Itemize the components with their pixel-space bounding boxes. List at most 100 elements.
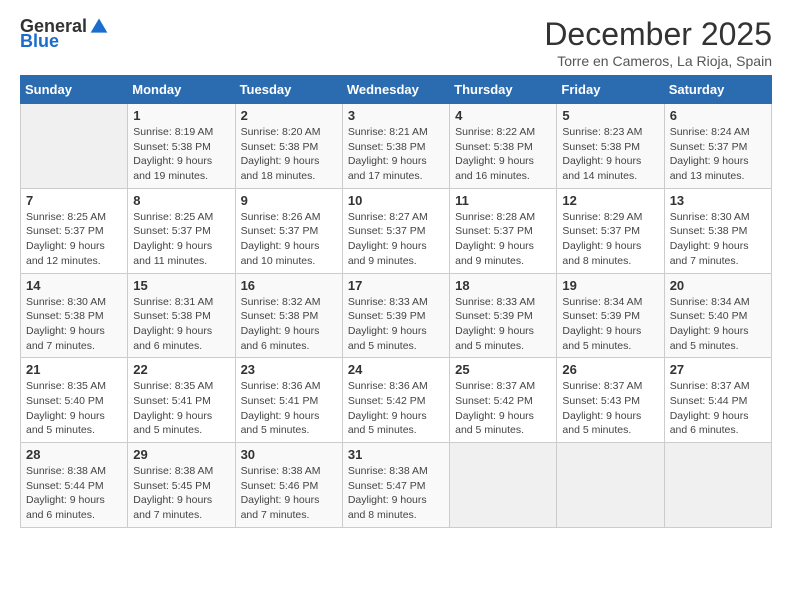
calendar-cell: 7 Sunrise: 8:25 AMSunset: 5:37 PMDaylight… bbox=[21, 188, 128, 273]
calendar-cell: 6Sunrise: 8:24 AMSunset: 5:37 PMDaylight… bbox=[664, 104, 771, 189]
day-number: 15 bbox=[133, 278, 229, 293]
calendar-cell: 11Sunrise: 8:28 AMSunset: 5:37 PMDayligh… bbox=[450, 188, 557, 273]
title-block: December 2025 Torre en Cameros, La Rioja… bbox=[544, 16, 772, 69]
calendar-header-row: SundayMondayTuesdayWednesdayThursdayFrid… bbox=[21, 76, 772, 104]
logo-blue: Blue bbox=[20, 32, 59, 50]
calendar-cell bbox=[664, 443, 771, 528]
day-number: 28 bbox=[26, 447, 122, 462]
header-sunday: Sunday bbox=[21, 76, 128, 104]
day-number: 2 bbox=[241, 108, 337, 123]
day-detail: Sunrise: 8:37 AMSunset: 5:43 PMDaylight:… bbox=[562, 379, 658, 438]
day-detail: Sunrise: 8:38 AMSunset: 5:46 PMDaylight:… bbox=[241, 464, 337, 523]
calendar-cell: 21 Sunrise: 8:35 AMSunset: 5:40 PMDayligh… bbox=[21, 358, 128, 443]
day-number: 1 bbox=[133, 108, 229, 123]
day-number: 24 bbox=[348, 362, 444, 377]
calendar-cell: 18Sunrise: 8:33 AMSunset: 5:39 PMDayligh… bbox=[450, 273, 557, 358]
day-number: 3 bbox=[348, 108, 444, 123]
calendar-cell: 3Sunrise: 8:21 AMSunset: 5:38 PMDaylight… bbox=[342, 104, 449, 189]
day-detail: Sunrise: 8:38 AMSunset: 5:47 PMDaylight:… bbox=[348, 464, 444, 523]
logo-icon bbox=[89, 16, 109, 36]
calendar-cell: 15Sunrise: 8:31 AMSunset: 5:38 PMDayligh… bbox=[128, 273, 235, 358]
calendar-cell: 8 Sunrise: 8:25 AMSunset: 5:37 PMDaylight… bbox=[128, 188, 235, 273]
calendar-cell: 24 Sunrise: 8:36 AMSunset: 5:42 PMDayligh… bbox=[342, 358, 449, 443]
day-detail: Sunrise: 8:36 AMSunset: 5:42 PMDaylight:… bbox=[348, 379, 444, 438]
day-number: 4 bbox=[455, 108, 551, 123]
day-number: 25 bbox=[455, 362, 551, 377]
calendar-cell: 13 Sunrise: 8:30 AMSunset: 5:38 PMDayligh… bbox=[664, 188, 771, 273]
day-detail: Sunrise: 8:26 AMSunset: 5:37 PMDaylight:… bbox=[241, 210, 337, 269]
day-number: 20 bbox=[670, 278, 766, 293]
day-detail: Sunrise: 8:24 AMSunset: 5:37 PMDaylight:… bbox=[670, 125, 766, 184]
day-detail: Sunrise: 8:30 AMSunset: 5:38 PMDaylight:… bbox=[670, 210, 766, 269]
calendar-cell: 23 Sunrise: 8:36 AMSunset: 5:41 PMDayligh… bbox=[235, 358, 342, 443]
header-thursday: Thursday bbox=[450, 76, 557, 104]
calendar-cell: 14 Sunrise: 8:30 AMSunset: 5:38 PMDayligh… bbox=[21, 273, 128, 358]
calendar-cell: 2 Sunrise: 8:20 AMSunset: 5:38 PMDaylight… bbox=[235, 104, 342, 189]
calendar-cell: 22Sunrise: 8:35 AMSunset: 5:41 PMDayligh… bbox=[128, 358, 235, 443]
day-detail: Sunrise: 8:30 AMSunset: 5:38 PMDaylight:… bbox=[26, 295, 122, 354]
calendar-cell: 25 Sunrise: 8:37 AMSunset: 5:42 PMDayligh… bbox=[450, 358, 557, 443]
day-detail: Sunrise: 8:25 AMSunset: 5:37 PMDaylight:… bbox=[26, 210, 122, 269]
day-number: 16 bbox=[241, 278, 337, 293]
location-subtitle: Torre en Cameros, La Rioja, Spain bbox=[544, 53, 772, 69]
calendar-cell bbox=[21, 104, 128, 189]
day-detail: Sunrise: 8:37 AMSunset: 5:44 PMDaylight:… bbox=[670, 379, 766, 438]
day-number: 17 bbox=[348, 278, 444, 293]
day-number: 9 bbox=[241, 193, 337, 208]
day-detail: Sunrise: 8:27 AMSunset: 5:37 PMDaylight:… bbox=[348, 210, 444, 269]
day-detail: Sunrise: 8:19 AMSunset: 5:38 PMDaylight:… bbox=[133, 125, 229, 184]
day-number: 19 bbox=[562, 278, 658, 293]
calendar-week-row: 1 Sunrise: 8:19 AMSunset: 5:38 PMDaylight… bbox=[21, 104, 772, 189]
day-number: 10 bbox=[348, 193, 444, 208]
calendar-cell: 28 Sunrise: 8:38 AMSunset: 5:44 PMDayligh… bbox=[21, 443, 128, 528]
day-detail: Sunrise: 8:22 AMSunset: 5:38 PMDaylight:… bbox=[455, 125, 551, 184]
calendar-cell: 12Sunrise: 8:29 AMSunset: 5:37 PMDayligh… bbox=[557, 188, 664, 273]
calendar-table: SundayMondayTuesdayWednesdayThursdayFrid… bbox=[20, 75, 772, 528]
day-detail: Sunrise: 8:38 AMSunset: 5:45 PMDaylight:… bbox=[133, 464, 229, 523]
header-friday: Friday bbox=[557, 76, 664, 104]
day-number: 8 bbox=[133, 193, 229, 208]
header-monday: Monday bbox=[128, 76, 235, 104]
day-number: 14 bbox=[26, 278, 122, 293]
day-detail: Sunrise: 8:38 AMSunset: 5:44 PMDaylight:… bbox=[26, 464, 122, 523]
header-wednesday: Wednesday bbox=[342, 76, 449, 104]
calendar-cell: 26Sunrise: 8:37 AMSunset: 5:43 PMDayligh… bbox=[557, 358, 664, 443]
day-number: 13 bbox=[670, 193, 766, 208]
day-number: 31 bbox=[348, 447, 444, 462]
day-detail: Sunrise: 8:37 AMSunset: 5:42 PMDaylight:… bbox=[455, 379, 551, 438]
header-tuesday: Tuesday bbox=[235, 76, 342, 104]
calendar-cell: 1 Sunrise: 8:19 AMSunset: 5:38 PMDaylight… bbox=[128, 104, 235, 189]
month-title: December 2025 bbox=[544, 16, 772, 53]
day-detail: Sunrise: 8:35 AMSunset: 5:40 PMDaylight:… bbox=[26, 379, 122, 438]
calendar-cell: 17 Sunrise: 8:33 AMSunset: 5:39 PMDayligh… bbox=[342, 273, 449, 358]
calendar-cell bbox=[450, 443, 557, 528]
day-number: 21 bbox=[26, 362, 122, 377]
day-detail: Sunrise: 8:25 AMSunset: 5:37 PMDaylight:… bbox=[133, 210, 229, 269]
calendar-cell: 19 Sunrise: 8:34 AMSunset: 5:39 PMDayligh… bbox=[557, 273, 664, 358]
day-number: 30 bbox=[241, 447, 337, 462]
day-number: 7 bbox=[26, 193, 122, 208]
day-number: 23 bbox=[241, 362, 337, 377]
calendar-week-row: 28 Sunrise: 8:38 AMSunset: 5:44 PMDayligh… bbox=[21, 443, 772, 528]
calendar-cell: 4 Sunrise: 8:22 AMSunset: 5:38 PMDaylight… bbox=[450, 104, 557, 189]
day-number: 18 bbox=[455, 278, 551, 293]
calendar-cell: 30 Sunrise: 8:38 AMSunset: 5:46 PMDayligh… bbox=[235, 443, 342, 528]
calendar-cell: 9 Sunrise: 8:26 AMSunset: 5:37 PMDaylight… bbox=[235, 188, 342, 273]
calendar-week-row: 14 Sunrise: 8:30 AMSunset: 5:38 PMDayligh… bbox=[21, 273, 772, 358]
calendar-week-row: 7 Sunrise: 8:25 AMSunset: 5:37 PMDaylight… bbox=[21, 188, 772, 273]
day-number: 5 bbox=[562, 108, 658, 123]
logo: General Blue bbox=[20, 16, 109, 50]
day-number: 22 bbox=[133, 362, 229, 377]
day-number: 27 bbox=[670, 362, 766, 377]
day-number: 29 bbox=[133, 447, 229, 462]
day-detail: Sunrise: 8:36 AMSunset: 5:41 PMDaylight:… bbox=[241, 379, 337, 438]
header-saturday: Saturday bbox=[664, 76, 771, 104]
calendar-cell: 29 Sunrise: 8:38 AMSunset: 5:45 PMDayligh… bbox=[128, 443, 235, 528]
calendar-cell: 10 Sunrise: 8:27 AMSunset: 5:37 PMDayligh… bbox=[342, 188, 449, 273]
calendar-cell: 5Sunrise: 8:23 AMSunset: 5:38 PMDaylight… bbox=[557, 104, 664, 189]
day-detail: Sunrise: 8:34 AMSunset: 5:39 PMDaylight:… bbox=[562, 295, 658, 354]
day-detail: Sunrise: 8:33 AMSunset: 5:39 PMDaylight:… bbox=[348, 295, 444, 354]
calendar-cell: 31 Sunrise: 8:38 AMSunset: 5:47 PMDayligh… bbox=[342, 443, 449, 528]
calendar-week-row: 21 Sunrise: 8:35 AMSunset: 5:40 PMDayligh… bbox=[21, 358, 772, 443]
day-detail: Sunrise: 8:20 AMSunset: 5:38 PMDaylight:… bbox=[241, 125, 337, 184]
